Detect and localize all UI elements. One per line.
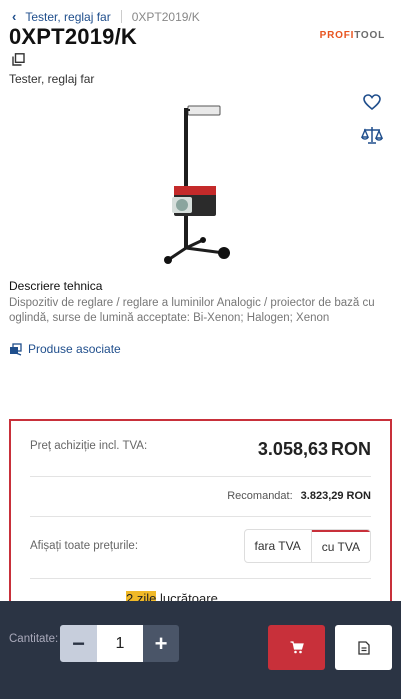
purchase-price-row: Preț achiziție incl. TVA: 3.058,63 RON (30, 439, 371, 460)
document-icon (357, 640, 370, 655)
recommended-price-row: Recomandat: 3.823,29 RON (227, 490, 371, 502)
divider (30, 516, 371, 517)
cart-icon (290, 641, 304, 654)
purchase-price-amount: 3.058,63 (257, 439, 328, 459)
copy-icon[interactable] (12, 53, 25, 66)
vat-toggle: fara TVA cu TVA (243, 529, 371, 563)
brand-logo-part1: PROFI (319, 30, 355, 41)
page-title: 0XPT2019/K (9, 24, 137, 49)
breadcrumb-parent-link[interactable]: Tester, reglaj far (25, 10, 110, 24)
quote-document-button[interactable] (335, 625, 392, 670)
product-subtitle: Tester, reglaj far (9, 72, 95, 86)
toggle-without-vat[interactable]: fara TVA (245, 530, 312, 562)
breadcrumb-separator (120, 10, 122, 23)
quantity-input[interactable] (97, 625, 143, 662)
breadcrumb-current: 0XPT2019/K (131, 9, 200, 24)
show-prices-row: Afișați toate prețurile: fara TVA cu TVA (30, 529, 371, 563)
show-prices-label: Afișați toate prețurile: (30, 540, 139, 552)
description-title: Descriere tehnica (9, 279, 103, 293)
brand-logo: PROFITOOL (320, 30, 385, 41)
product-image (164, 105, 230, 264)
breadcrumb: ‹ Tester, reglaj far 0XPT2019/K (12, 9, 200, 24)
divider (30, 476, 371, 477)
quantity-decrement-button[interactable]: − (60, 625, 97, 662)
bottom-action-bar: Cantitate: − + (0, 601, 401, 699)
heart-icon[interactable] (363, 94, 381, 110)
description-text: Dispozitiv de reglare / reglare a lumini… (9, 297, 375, 324)
add-to-cart-button[interactable] (268, 625, 325, 670)
recommended-price-value: 3.823,29 RON (300, 490, 371, 502)
quantity-label: Cantitate: (9, 633, 59, 645)
chevron-left-icon[interactable]: ‹ (12, 9, 16, 24)
brand-logo-part2: TOOL (354, 30, 385, 41)
associated-products-label: Produse asociate (28, 342, 121, 356)
linked-products-icon (10, 343, 22, 356)
scale-icon[interactable] (361, 126, 383, 144)
purchase-price-label: Preț achiziție incl. TVA: (30, 440, 148, 452)
purchase-price-value: 3.058,63 RON (258, 439, 371, 460)
recommended-price-label: Recomandat: (227, 490, 293, 502)
divider (30, 578, 371, 579)
toggle-with-vat[interactable]: cu TVA (311, 530, 370, 562)
associated-products-link[interactable]: Produse asociate (9, 342, 121, 356)
price-panel: Preț achiziție incl. TVA: 3.058,63 RON Re… (9, 419, 392, 619)
quantity-increment-button[interactable]: + (143, 625, 179, 662)
purchase-price-currency: RON (331, 439, 371, 459)
